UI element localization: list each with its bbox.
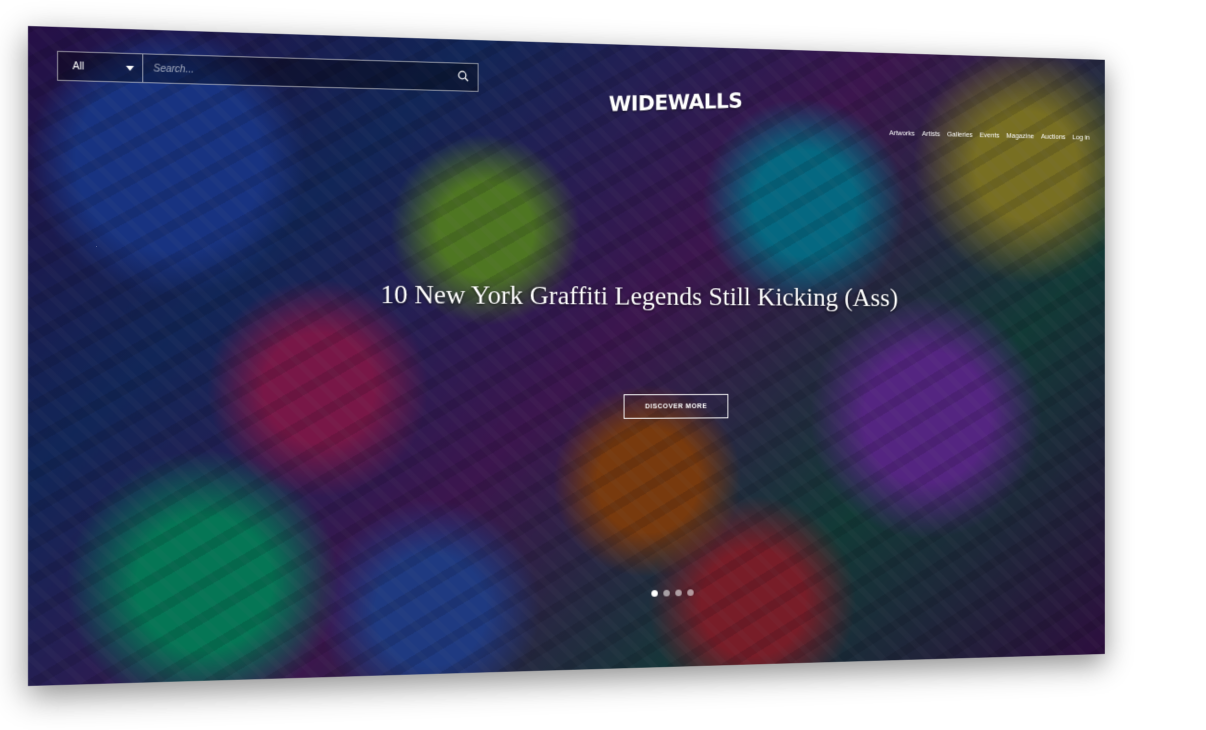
discover-more-button[interactable]: DISCOVER MORE [623,393,729,419]
main-nav: Artworks Artists Galleries Events Magazi… [889,129,1089,142]
slider-dot[interactable] [675,589,682,597]
search-input[interactable] [143,53,479,92]
chevron-down-icon [125,65,135,71]
slider-dots [651,589,694,597]
hero-overlay: All WIDEWALLS Artworks Artists Galleries… [28,26,1105,686]
nav-item-login[interactable]: Log in [1072,133,1089,142]
slider-dot[interactable] [663,589,670,597]
nav-item-galleries[interactable]: Galleries [947,130,973,139]
page: All WIDEWALLS Artworks Artists Galleries… [0,0,1206,730]
search-category-select[interactable]: All [57,50,144,84]
hero-slider: All WIDEWALLS Artworks Artists Galleries… [28,26,1105,686]
search-category-label: All [72,60,85,73]
nav-item-magazine[interactable]: Magazine [1006,131,1034,140]
search-bar: All [57,50,479,92]
nav-item-artists[interactable]: Artists [922,129,940,138]
search-field-wrap [143,53,479,92]
slider-dot[interactable] [651,590,658,597]
search-icon[interactable] [458,70,469,82]
nav-item-events[interactable]: Events [980,131,1000,140]
nav-item-auctions[interactable]: Auctions [1041,132,1066,141]
slider-dot[interactable] [687,589,694,596]
site-logo[interactable]: WIDEWALLS [609,90,743,117]
nav-item-artworks[interactable]: Artworks [889,129,915,138]
hero-title[interactable]: 10 New York Graffiti Legends Still Kicki… [351,279,925,315]
